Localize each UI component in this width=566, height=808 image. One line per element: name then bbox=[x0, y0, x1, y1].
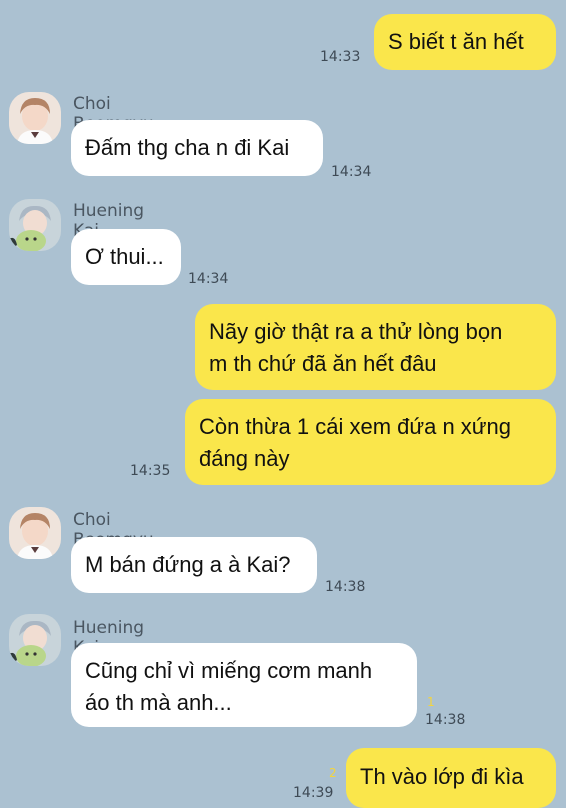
avatar-kai[interactable] bbox=[9, 614, 61, 666]
message-text: S biết t ăn hết bbox=[388, 29, 524, 54]
message-time: 14:35 bbox=[130, 463, 171, 479]
message-bubble[interactable]: Th vào lớp đi kìa bbox=[346, 748, 556, 808]
message-time: 14:39 bbox=[293, 785, 334, 801]
unread-count: 2 bbox=[329, 766, 337, 780]
message-bubble[interactable]: Nãy giờ thật ra a thử lòng bọn m th chứ … bbox=[195, 304, 556, 390]
message-text-line-2: đáng này bbox=[199, 446, 290, 471]
message-text: M bán đứng a à Kai? bbox=[85, 552, 291, 577]
message-time: 14:33 bbox=[320, 49, 361, 65]
message-bubble[interactable]: Đấm thg cha n đi Kai bbox=[71, 120, 323, 176]
message-text-line-2: m th chứ đã ăn hết đâu bbox=[209, 351, 437, 376]
avatar-beomgyu[interactable] bbox=[9, 507, 61, 559]
message-bubble[interactable]: Còn thừa 1 cái xem đứa n xứng đáng này bbox=[185, 399, 556, 485]
message-bubble[interactable]: S biết t ăn hết bbox=[374, 14, 556, 70]
message-text: Đấm thg cha n đi Kai bbox=[85, 135, 290, 160]
message-bubble[interactable]: M bán đứng a à Kai? bbox=[71, 537, 317, 593]
message-time: 14:34 bbox=[188, 271, 229, 287]
message-bubble[interactable]: Ơ thui... bbox=[71, 229, 181, 285]
message-bubble[interactable]: Cũng chỉ vì miếng cơm manh áo th mà anh.… bbox=[71, 643, 417, 727]
message-text-line-2: áo th mà anh... bbox=[85, 690, 232, 715]
avatar-kai[interactable] bbox=[9, 199, 61, 251]
message-text-line-1: Nãy giờ thật ra a thử lòng bọn bbox=[209, 319, 503, 344]
message-time: 14:38 bbox=[425, 712, 466, 728]
message-text-line-1: Cũng chỉ vì miếng cơm manh bbox=[85, 658, 373, 683]
message-time: 14:38 bbox=[325, 579, 366, 595]
message-text: Ơ thui... bbox=[85, 244, 164, 269]
message-text: Th vào lớp đi kìa bbox=[360, 764, 524, 789]
unread-count: 1 bbox=[427, 695, 435, 709]
message-time: 14:34 bbox=[331, 164, 372, 180]
avatar-beomgyu[interactable] bbox=[9, 92, 61, 144]
message-text-line-1: Còn thừa 1 cái xem đứa n xứng bbox=[199, 414, 512, 439]
